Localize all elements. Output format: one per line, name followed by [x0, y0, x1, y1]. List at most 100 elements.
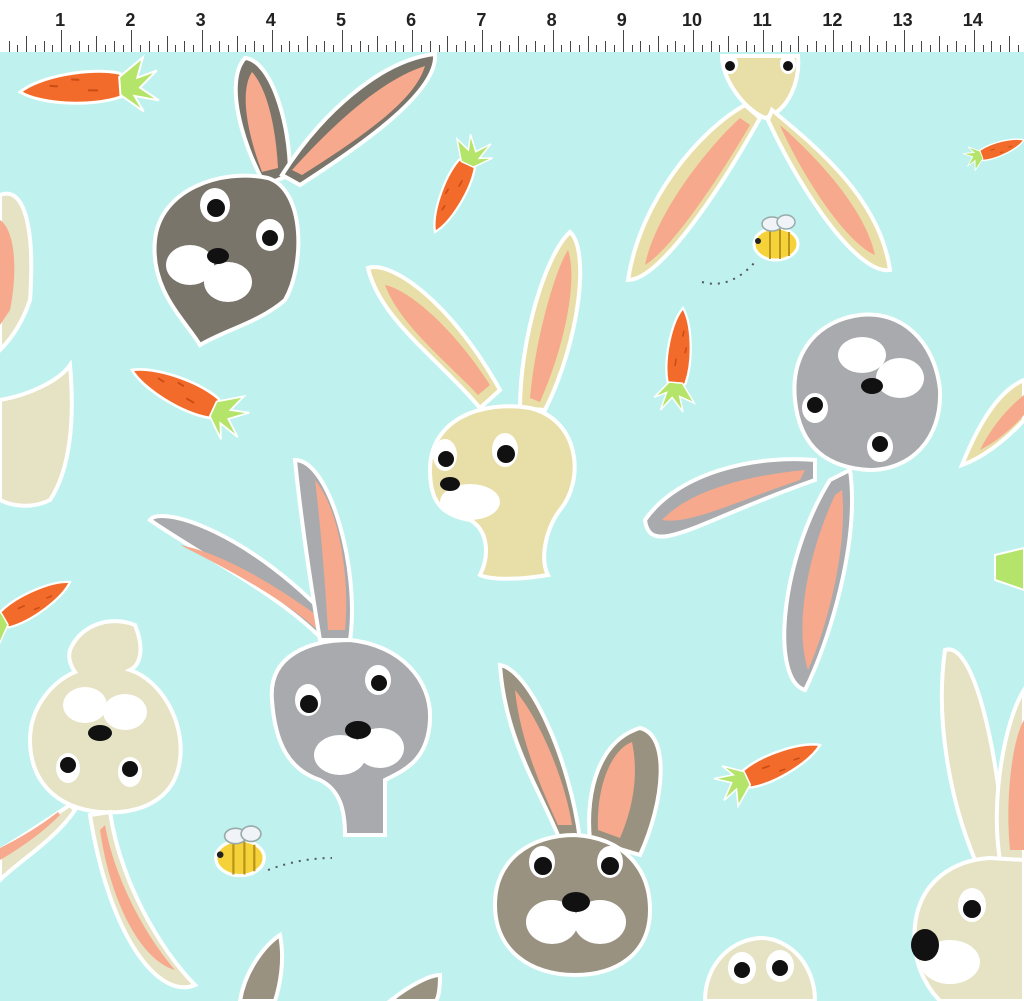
bunny-head-icon [702, 935, 818, 1001]
ruler-tick [965, 45, 967, 52]
ruler-tick [192, 45, 194, 52]
ruler-tick [877, 45, 879, 52]
ruler-tick [263, 45, 265, 52]
ruler-tick [17, 45, 19, 52]
bunny-head-icon [492, 662, 663, 978]
ruler-tick [701, 45, 703, 52]
ruler-tick [771, 45, 773, 52]
ruler-tick [280, 45, 282, 52]
bee-icon [752, 213, 800, 262]
ruler-tick [956, 41, 958, 52]
ruler-number: 12 [822, 10, 843, 30]
ruler-tick [140, 45, 142, 52]
ruler-tick [148, 41, 150, 52]
bunny-head-icon [911, 647, 1024, 1001]
ruler-tick [245, 45, 247, 52]
ruler-tick [807, 45, 809, 52]
ruler-number: 14 [962, 10, 983, 30]
bunny-head-icon [147, 457, 433, 837]
ruler-number: 2 [125, 10, 136, 30]
ruler-tick [657, 36, 659, 52]
ruler-tick [991, 41, 993, 52]
ruler-tick [886, 41, 888, 52]
ruler-tick [420, 45, 422, 52]
ruler-tick [236, 36, 238, 52]
ruler-tick [736, 45, 738, 52]
ruler-tick [552, 30, 554, 52]
ruler-tick [464, 41, 466, 52]
ruler-tick [315, 45, 317, 52]
ruler-tick [184, 41, 186, 52]
ruler-tick [903, 30, 905, 52]
ruler-tick [982, 45, 984, 52]
ruler-tick [473, 45, 475, 52]
ruler-tick [842, 45, 844, 52]
ruler-tick [175, 45, 177, 52]
ruler-number: 5 [335, 10, 347, 30]
ruler-tick [938, 36, 940, 52]
ruler-tick [789, 45, 791, 52]
ruler-tick [210, 45, 212, 52]
ruler-number: 8 [546, 10, 557, 30]
ruler-number: 9 [616, 10, 627, 30]
ruler-tick [52, 45, 54, 52]
carrot-icon [651, 305, 704, 414]
carrot-icon [416, 128, 499, 242]
ruler-tick [693, 30, 694, 52]
ruler-tick [131, 30, 133, 52]
ruler-tick [122, 45, 124, 52]
ruler-tick [403, 45, 405, 52]
ruler-tick [61, 30, 63, 52]
ruler-number: 4 [265, 10, 276, 30]
ruler-tick [157, 45, 159, 52]
ruler-tick [429, 41, 431, 52]
ruler-tick [824, 45, 826, 52]
ruler-tick [105, 45, 107, 52]
bunny-head-icon [365, 229, 583, 581]
ruler-tick [271, 30, 273, 52]
ruler-tick [868, 36, 870, 52]
ruler-tick [1017, 45, 1019, 52]
ruler-tick [833, 30, 835, 52]
ruler-tick [815, 41, 817, 52]
ruler-number: 1 [55, 10, 66, 30]
ruler-tick [780, 41, 782, 52]
ruler-tick [921, 41, 923, 52]
ruler-tick [929, 45, 931, 52]
ruler-number: 11 [752, 10, 772, 30]
ruler-tick [850, 41, 852, 52]
ruler-tick [377, 36, 379, 52]
ruler-tick [754, 45, 756, 52]
ruler-tick [587, 36, 589, 52]
fabric-print-area [0, 52, 1024, 1001]
ruler-tick [368, 45, 370, 52]
ruler-number: 7 [476, 10, 487, 30]
ruler-tick [605, 41, 607, 52]
ruler-tick [491, 45, 493, 52]
ruler-tick [306, 36, 308, 52]
ruler-tick [350, 45, 352, 52]
ruler-tick [69, 45, 71, 52]
ruler-tick [8, 41, 10, 52]
ruler-tick [798, 36, 800, 52]
carrot-icon [120, 347, 256, 447]
ruler-tick [394, 41, 396, 52]
ruler-tick [517, 36, 519, 52]
ruler-tick [640, 41, 642, 52]
ruler-number: 6 [406, 10, 417, 30]
ruler-tick [535, 41, 537, 52]
carrot-leaf-icon [994, 546, 1024, 592]
ruler-tick [34, 45, 36, 52]
ruler-tick [561, 45, 563, 52]
fabric-ruler: 1 2 3 4 5 6 7 8 9 10 11 12 13 14 [0, 0, 1024, 53]
ruler-tick [578, 45, 580, 52]
ruler-tick [763, 30, 765, 52]
ruler-tick [596, 45, 598, 52]
ruler-tick [166, 36, 168, 52]
ruler-number: 10 [681, 10, 703, 30]
ruler-tick [728, 36, 730, 52]
ruler-tick [631, 45, 633, 52]
ruler-tick [227, 45, 229, 52]
ruler-tick [912, 45, 914, 52]
ruler-tick [859, 45, 861, 52]
